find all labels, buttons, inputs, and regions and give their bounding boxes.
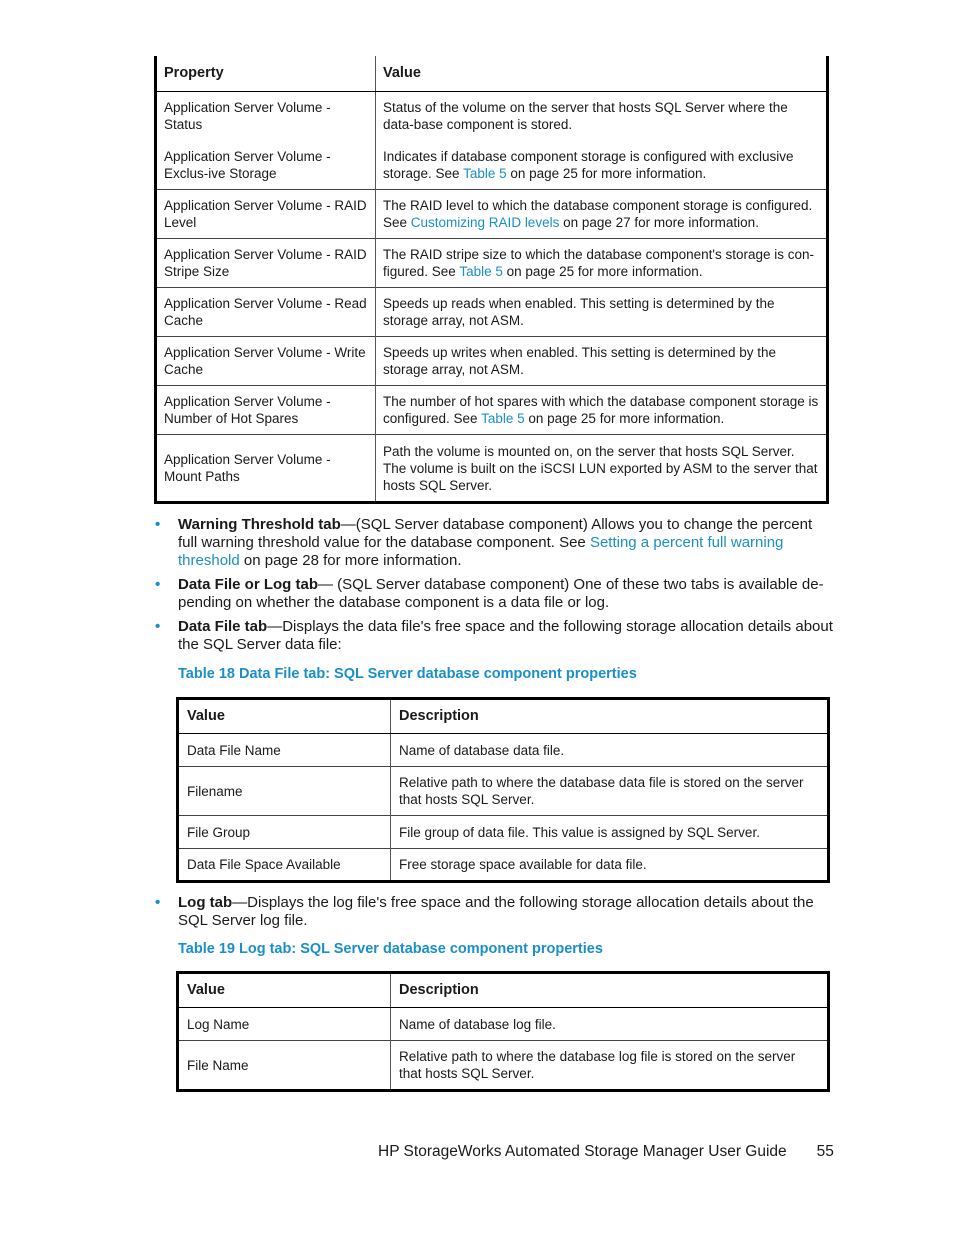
table-header-row: Property Value <box>155 56 828 92</box>
bullet-item-log-tab: • Log tab—Displays the log file's free sp… <box>154 894 834 930</box>
table-row: File Group File group of data file. This… <box>177 815 829 849</box>
bullet-item-data-file-or-log: • Data File or Log tab— (SQL Server datab… <box>154 576 834 612</box>
table-row: Application Server Volume - Status Statu… <box>155 91 828 141</box>
table-5-link[interactable]: Table 5 <box>481 411 525 426</box>
value-cell: The number of hot spares with which the … <box>375 385 828 435</box>
value-text: on page 25 for more information. <box>502 264 703 279</box>
table-row: Data File Space Available Free storage s… <box>177 848 829 882</box>
table-row: Filename Relative path to where the data… <box>177 766 829 816</box>
value-text: Status of the volume on the server that … <box>383 100 788 133</box>
page-number: 55 <box>816 1143 834 1160</box>
guide-title: HP StorageWorks Automated Storage Manage… <box>378 1143 787 1160</box>
header-description: Description <box>390 698 829 734</box>
value-text: on page 25 for more information. <box>524 411 725 426</box>
value-cell: File Name <box>177 1040 391 1091</box>
property-cell: Application Server Volume - Status <box>155 91 376 141</box>
description-cell: Free storage space available for data fi… <box>390 848 829 882</box>
description-cell: Relative path to where the database log … <box>390 1040 829 1091</box>
property-cell: Application Server Volume - Write Cache <box>155 336 376 386</box>
table-19-caption: Table 19 Log tab: SQL Server database co… <box>178 941 603 957</box>
page-footer: HP StorageWorks Automated Storage Manage… <box>378 1143 834 1161</box>
value-text: on page 25 for more information. <box>506 165 707 181</box>
bullet-text: on page 28 for more information. <box>239 552 462 569</box>
header-value: Value <box>177 972 391 1008</box>
table-row: Application Server Volume - Exclus-ive S… <box>155 140 828 190</box>
value-cell: Path the volume is mounted on, on the se… <box>375 434 828 503</box>
header-description: Description <box>390 972 829 1008</box>
properties-table: Property Value Application Server Volume… <box>154 56 829 504</box>
table-header-row: Value Description <box>177 698 829 734</box>
bullet-item-warning-threshold: • Warning Threshold tab—(SQL Server datab… <box>154 516 834 570</box>
table-row: File Name Relative path to where the dat… <box>177 1040 829 1091</box>
header-value: Value <box>375 56 828 92</box>
log-tab-bullet-list: • Log tab—Displays the log file's free sp… <box>154 894 834 930</box>
table-5-link[interactable]: Table 5 <box>463 166 507 181</box>
bullet-term: Warning Threshold tab <box>178 516 341 533</box>
bullet-icon: • <box>155 618 161 635</box>
value-cell: Indicates if database component storage … <box>376 141 828 190</box>
bullet-term: Data File or Log tab <box>178 576 319 593</box>
description-cell: Name of database data file. <box>399 742 565 758</box>
description-cell: File group of data file. This value is a… <box>390 815 829 849</box>
bullet-item-data-file-tab: • Data File tab—Displays the data file's … <box>154 618 834 654</box>
table-row: Application Server Volume - Mount Paths … <box>155 434 828 503</box>
value-cell: The RAID stripe size to which the databa… <box>375 238 828 288</box>
property-cell: Application Server Volume - Exclus-ive S… <box>155 140 376 190</box>
table-row: Application Server Volume - Write Cache … <box>155 336 828 386</box>
tab-bullet-list: • Warning Threshold tab—(SQL Server datab… <box>154 516 834 654</box>
description-cell: Name of database log file. <box>399 1016 556 1032</box>
value-text: Path the volume is mounted on, on the se… <box>383 443 818 493</box>
value-text: Speeds up reads when enabled. This setti… <box>383 296 775 328</box>
value-cell: Filename <box>177 766 391 816</box>
table-header-row: Value Description <box>177 972 829 1008</box>
bullet-icon: • <box>155 576 161 593</box>
customizing-raid-levels-link[interactable]: Customizing RAID levels <box>411 215 560 230</box>
value-cell: Speeds up reads when enabled. This setti… <box>375 287 828 337</box>
property-cell: Application Server Volume - RAID Stripe … <box>155 238 376 288</box>
log-table: Value Description Log Name Name of datab… <box>176 971 830 1092</box>
property-cell: Application Server Volume - Read Cache <box>155 287 376 337</box>
value-cell: Status of the volume on the server that … <box>375 91 828 141</box>
bullet-text: —Displays the data file's free space and… <box>178 618 833 653</box>
bullet-term: Data File tab <box>178 618 268 635</box>
value-cell: Data File Space Available <box>177 848 391 882</box>
value-cell: Data File Name <box>177 733 391 767</box>
table-18-caption: Table 18 Data File tab: SQL Server datab… <box>178 666 637 682</box>
header-value: Value <box>177 698 391 734</box>
property-cell: Application Server Volume - RAID Level <box>155 189 376 239</box>
property-cell: Application Server Volume - Mount Paths <box>155 434 376 503</box>
value-cell: File Group <box>177 815 391 849</box>
bullet-icon: • <box>155 516 161 533</box>
table-row: Data File Name Name of database data fil… <box>177 733 829 767</box>
table-row: Application Server Volume - Number of Ho… <box>155 385 828 435</box>
property-cell: Application Server Volume - Number of Ho… <box>155 385 376 435</box>
value-text: Speeds up writes when enabled. This sett… <box>383 345 776 377</box>
table-row: Application Server Volume - RAID Stripe … <box>155 238 828 288</box>
value-cell: Speeds up writes when enabled. This sett… <box>375 336 828 386</box>
bullet-icon: • <box>155 894 161 911</box>
value-cell: Log Name <box>177 1007 391 1041</box>
table-row: Log Name Name of database log file. <box>177 1007 829 1041</box>
header-property: Property <box>155 56 376 92</box>
bullet-text: —Displays the log file's free space and … <box>178 894 814 929</box>
data-file-table: Value Description Data File Name Name of… <box>176 697 830 883</box>
value-text: on page 27 for more information. <box>559 215 759 230</box>
table-5-link[interactable]: Table 5 <box>459 264 503 279</box>
bullet-term: Log tab <box>178 894 233 911</box>
description-cell: Relative path to where the database data… <box>390 766 829 816</box>
table-row: Application Server Volume - RAID Level T… <box>155 189 828 239</box>
value-cell: The RAID level to which the database com… <box>375 189 828 239</box>
table-row: Application Server Volume - Read Cache S… <box>155 287 828 337</box>
